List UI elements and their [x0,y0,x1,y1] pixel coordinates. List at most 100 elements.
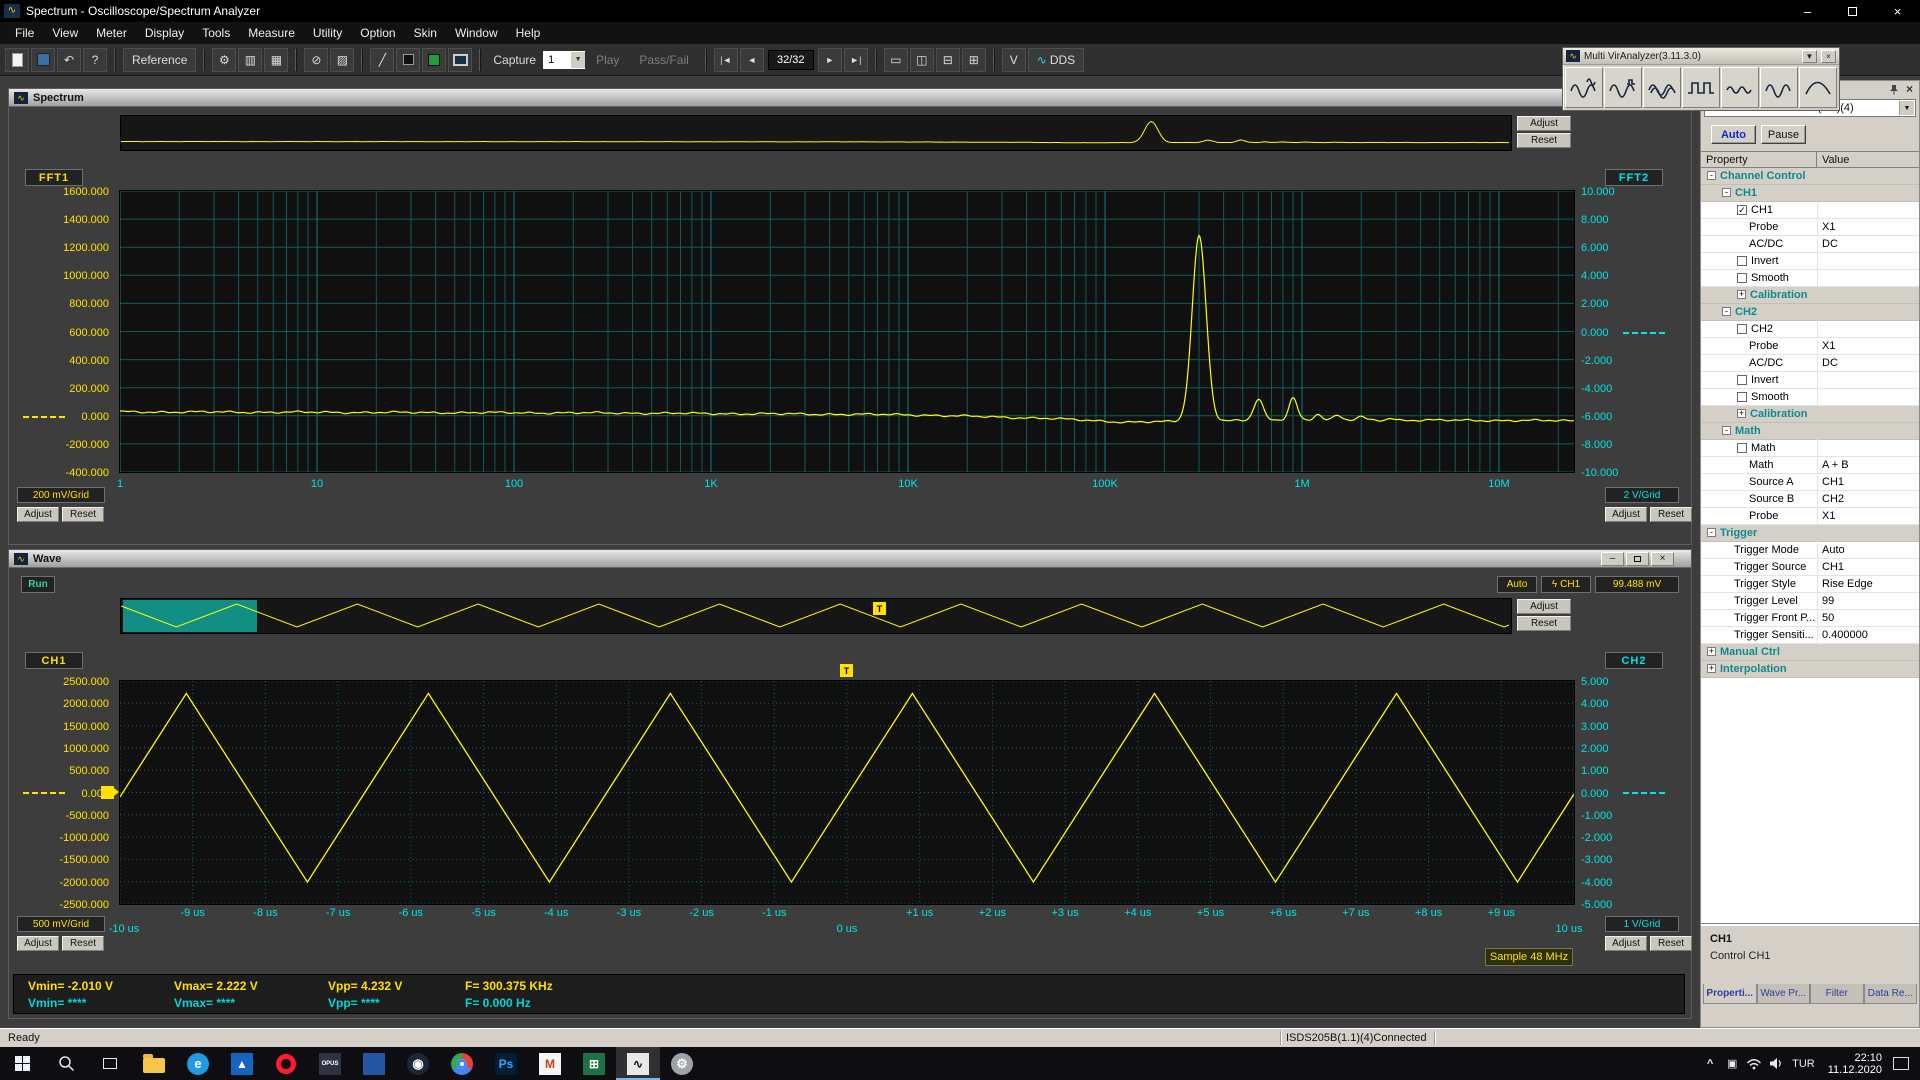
sine-wave-icon[interactable] [1760,67,1798,108]
property-value[interactable]: X1 [1822,340,1835,352]
wave-overview-reset-button[interactable]: Reset [1517,616,1571,631]
tab-filter[interactable]: Filter [1810,984,1864,1004]
hidden-icons-chevron[interactable]: ^ [1699,1047,1721,1080]
taskbar-app-blue-icon[interactable] [352,1047,396,1080]
language-indicator[interactable]: TUR [1787,1047,1820,1080]
expand-box[interactable]: - [1722,307,1731,316]
spectrum-overview-adjust-button[interactable]: Adjust [1517,116,1571,131]
reference-button[interactable]: Reference [123,47,197,72]
property-value[interactable]: CH1 [1822,561,1844,573]
menu-help[interactable]: Help [507,22,550,44]
pg-category-channel-control[interactable]: - Channel Control [1701,168,1919,185]
expand-box[interactable]: + [1737,409,1746,418]
maximize-button[interactable] [1830,0,1875,22]
close-icon[interactable]: × [1906,83,1913,95]
volume-icon[interactable] [1765,1047,1787,1080]
pg-category-manual-ctrl[interactable]: + Manual Ctrl [1701,644,1919,661]
menu-file[interactable]: File [6,22,43,44]
wave-restore-button[interactable] [1626,551,1649,566]
fft1-adjust-button[interactable]: Adjust [17,507,59,522]
checkbox-smooth[interactable] [1737,392,1747,402]
pg-category-calibration[interactable]: + Calibration [1701,406,1919,423]
minimize-button[interactable]: – [1785,0,1830,22]
fft1-reset-button[interactable]: Reset [62,507,104,522]
save-button[interactable] [31,47,55,72]
run-button[interactable]: Run [21,576,55,593]
trigger-position-marker[interactable]: T [873,602,886,615]
pg-category-trigger[interactable]: - Trigger [1701,525,1919,542]
pg-row-invert[interactable]: Invert [1701,371,1919,389]
menu-option[interactable]: Option [351,22,404,44]
checkbox-ch2[interactable] [1737,324,1747,334]
pin-icon[interactable] [1889,84,1899,95]
pg-row-probe[interactable]: Probe X1 [1701,507,1919,525]
taskbar-opera-icon[interactable] [264,1047,308,1080]
scope-fft-icon[interactable] [1565,67,1603,108]
pg-row-trigger-mode[interactable]: Trigger Mode Auto [1701,541,1919,559]
ch2-reset-button[interactable]: Reset [1650,936,1692,951]
pattern-button[interactable]: ▨ [330,47,355,72]
pg-row-source-b[interactable]: Source B CH2 [1701,490,1919,508]
taskbar-edge-icon[interactable]: e [176,1047,220,1080]
taskbar-settings-icon[interactable]: ⚙ [660,1047,704,1080]
pg-row-trigger-front-p[interactable]: Trigger Front P... 50 [1701,609,1919,627]
taskbar-chrome-icon[interactable] [440,1047,484,1080]
undo-button[interactable]: ↶ [57,47,81,72]
trigger-channel-tag[interactable]: ϟ CH1 [1541,576,1591,593]
property-value[interactable]: X1 [1822,510,1835,522]
fft2-reset-button[interactable]: Reset [1650,507,1692,522]
taskbar-file-explorer-icon[interactable] [132,1047,176,1080]
pg-row-math[interactable]: Math A + B [1701,456,1919,474]
trace-color-button[interactable] [422,47,447,72]
tab-properti[interactable]: Properti... [1703,984,1757,1004]
property-value[interactable]: Rise Edge [1822,578,1873,590]
property-value[interactable]: A + B [1822,459,1849,471]
checkbox-invert[interactable] [1737,256,1747,266]
checkbox-math[interactable] [1737,443,1747,453]
layout-split-horizontal-button[interactable]: ⊟ [935,47,960,72]
prev-frame-button[interactable]: ◄ [739,47,764,72]
pg-row-ch1[interactable]: ✓ CH1 [1701,201,1919,219]
property-value[interactable]: 50 [1822,612,1834,624]
pg-row-probe[interactable]: Probe X1 [1701,337,1919,355]
expand-box[interactable]: + [1737,290,1746,299]
network-icon[interactable] [1743,1047,1765,1080]
wave-overview-strip[interactable] [120,598,1512,634]
expand-box[interactable]: + [1707,664,1716,673]
start-button[interactable] [0,1047,44,1080]
small-wave-icon[interactable] [1721,67,1759,108]
expand-box[interactable]: - [1722,188,1731,197]
taskbar-viranalyzer-icon[interactable]: ∿ [616,1047,660,1080]
fft2-adjust-button[interactable]: Adjust [1605,507,1647,522]
property-value[interactable]: 99 [1822,595,1834,607]
play-button[interactable]: Play [587,48,628,72]
pg-category-ch2[interactable]: - CH2 [1701,304,1919,321]
pg-row-invert[interactable]: Invert [1701,252,1919,270]
layout-quad-button[interactable]: ⊞ [961,47,986,72]
pg-category-calibration[interactable]: + Calibration [1701,287,1919,304]
pg-row-smooth[interactable]: Smooth [1701,388,1919,406]
expand-box[interactable]: - [1707,528,1716,537]
taskbar-word-icon[interactable]: M [528,1047,572,1080]
checkbox-smooth[interactable] [1737,273,1747,283]
square-wave-icon[interactable] [1682,67,1720,108]
stop-button[interactable] [396,47,421,72]
pg-row-ac-dc[interactable]: AC/DC DC [1701,235,1919,253]
wave-close-button[interactable]: × [1651,551,1674,566]
voltmeter-button[interactable]: V [1001,47,1026,72]
tray-app-icon[interactable]: ▣ [1721,1047,1743,1080]
pg-row-trigger-sensiti[interactable]: Trigger Sensiti... 0.400000 [1701,626,1919,644]
next-frame-button[interactable]: ► [817,47,842,72]
columns-view-button[interactable]: ▥ [238,47,263,72]
dds-button[interactable]: ∿ DDS [1027,47,1085,72]
pg-row-ch2[interactable]: CH2 [1701,320,1919,338]
tab-data-re[interactable]: Data Re... [1863,984,1917,1004]
spectrum-overview-reset-button[interactable]: Reset [1517,133,1571,148]
sweep-icon[interactable] [1799,67,1837,108]
pg-row-source-a[interactable]: Source A CH1 [1701,473,1919,491]
line-style-button[interactable]: ╱ [370,47,395,72]
taskbar-photos-icon[interactable]: ▲ [220,1047,264,1080]
spectrum-panel-header[interactable]: ∿ Spectrum [9,89,1691,107]
spectrum-plot[interactable] [119,190,1575,473]
auto-button[interactable]: Auto [1711,125,1756,144]
